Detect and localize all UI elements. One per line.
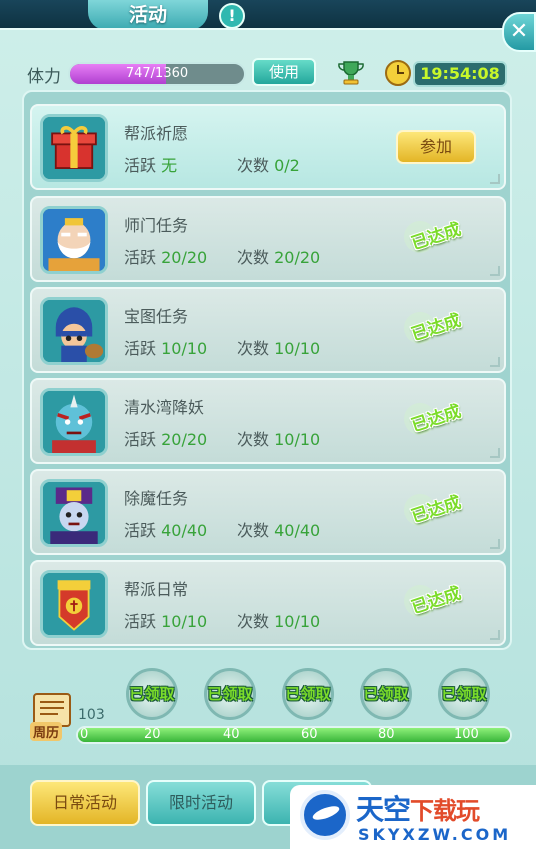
- activity-name: 帮派日常: [124, 580, 189, 599]
- activity-active: 活跃 无: [124, 156, 178, 175]
- activity-active: 活跃 10/10: [124, 612, 208, 631]
- weekly-progress-bar: 0 20 40 60 80 100: [76, 726, 512, 744]
- progress-tick: 20: [144, 727, 161, 742]
- weekly-progress-fill: [78, 728, 510, 742]
- activity-active: 活跃 20/20: [124, 430, 208, 449]
- tab-limited[interactable]: 限时活动: [146, 780, 256, 826]
- activity-card[interactable]: 师门任务 活跃 20/20 次数 20/20 已达成: [30, 196, 506, 282]
- progress-tick: 80: [378, 727, 395, 742]
- activity-card[interactable]: 除魔任务 活跃 40/40 次数 40/40 已达成: [30, 469, 506, 555]
- reward-claimed-label: 已领取: [441, 685, 487, 703]
- activity-count: 次数 40/40: [237, 521, 321, 540]
- watermark-logo-icon: [300, 790, 350, 840]
- server-time: 19:54:08: [413, 61, 507, 87]
- progress-tick: 60: [301, 727, 318, 742]
- activity-name: 清水湾降妖: [124, 398, 205, 417]
- activity-count: 次数 10/10: [237, 430, 321, 449]
- activity-card[interactable]: 帮派祈愿 活跃 无 次数 0/2 参加: [30, 104, 506, 190]
- activity-name: 师门任务: [124, 216, 189, 235]
- reward-claimed-label: 已领取: [285, 685, 331, 703]
- gift-box-icon: [40, 114, 108, 182]
- weekly-points: 103: [78, 707, 105, 723]
- activity-list: 帮派祈愿 活跃 无 次数 0/2 参加 师门任务 活跃 20/20 次数 20/…: [22, 90, 512, 650]
- demon-icon: [40, 388, 108, 456]
- card-corner: [490, 630, 500, 640]
- completed-stamp: 已达成: [407, 488, 464, 527]
- progress-tick: 100: [454, 727, 479, 742]
- close-button[interactable]: ✕: [502, 12, 536, 52]
- use-stamina-button[interactable]: 使用: [252, 58, 316, 86]
- activity-name: 帮派祈愿: [124, 124, 189, 143]
- activity-count: 次数 10/10: [237, 339, 321, 358]
- banner-icon: [40, 570, 108, 638]
- activity-active: 活跃 20/20: [124, 248, 208, 267]
- activity-card[interactable]: 宝图任务 活跃 10/10 次数 10/10 已达成: [30, 287, 506, 373]
- card-corner: [490, 539, 500, 549]
- completed-stamp: 已达成: [407, 579, 464, 618]
- official-icon: [40, 479, 108, 547]
- close-icon: ✕: [509, 19, 529, 44]
- card-corner: [490, 357, 500, 367]
- progress-tick: 40: [223, 727, 240, 742]
- top-bar: [0, 0, 536, 30]
- completed-stamp: 已达成: [407, 397, 464, 436]
- activity-count: 次数 0/2: [237, 156, 300, 175]
- activity-active: 活跃 10/10: [124, 339, 208, 358]
- card-corner: [490, 448, 500, 458]
- calendar-label: 周历: [30, 722, 63, 741]
- watermark-cn: 天空下载玩: [356, 793, 480, 826]
- reward-claimed-label: 已领取: [207, 685, 253, 703]
- info-icon[interactable]: !: [219, 3, 245, 29]
- join-button[interactable]: 参加: [396, 130, 476, 164]
- window-title: 活动: [88, 0, 208, 30]
- card-corner: [490, 266, 500, 276]
- watermark-en: SKYXZW.COM: [358, 825, 512, 844]
- completed-stamp: 已达成: [407, 215, 464, 254]
- activity-count: 次数 10/10: [237, 612, 321, 631]
- ninja-icon: [40, 297, 108, 365]
- completed-stamp: 已达成: [407, 306, 464, 345]
- stamina-value: 747/1360: [125, 66, 189, 81]
- card-corner: [490, 174, 500, 184]
- activity-name: 宝图任务: [124, 307, 189, 326]
- activity-card[interactable]: 清水湾降妖 活跃 20/20 次数 10/10 已达成: [30, 378, 506, 464]
- progress-tick: 0: [80, 727, 89, 742]
- tab-daily[interactable]: 日常活动: [30, 780, 140, 826]
- reward-claimed-label: 已领取: [363, 685, 409, 703]
- reward-claimed-label: 已领取: [129, 685, 175, 703]
- activity-card[interactable]: 帮派日常 活跃 10/10 次数 10/10 已达成: [30, 560, 506, 646]
- activity-active: 活跃 40/40: [124, 521, 208, 540]
- stamina-bar: 747/1360: [68, 62, 246, 86]
- clock-icon: [385, 60, 411, 86]
- stamina-label: 体力: [27, 67, 61, 87]
- activity-name: 除魔任务: [124, 489, 189, 508]
- trophy-icon[interactable]: [336, 58, 366, 86]
- old-master-icon: [40, 206, 108, 274]
- activity-count: 次数 20/20: [237, 248, 321, 267]
